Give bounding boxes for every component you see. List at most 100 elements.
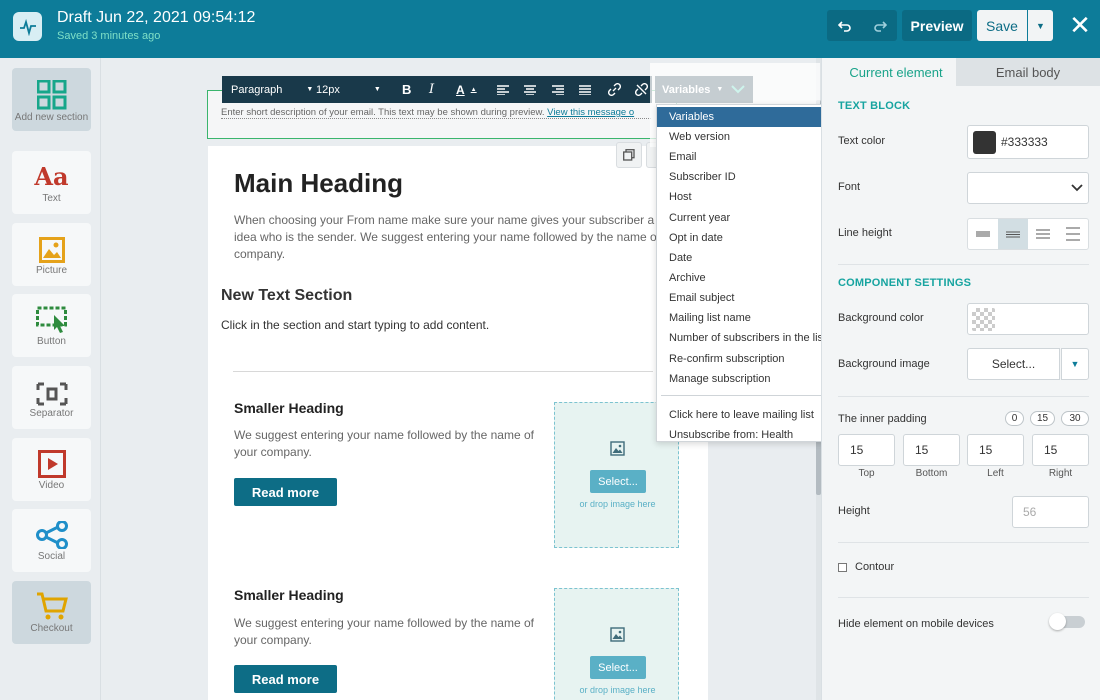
align-right-icon[interactable] [552,76,564,103]
font-select[interactable] [967,172,1089,204]
transparent-swatch[interactable] [972,308,995,331]
variables-button[interactable]: Variables ▼ [655,76,753,103]
tool-add-section[interactable]: Add new section [12,68,91,131]
dropdown-item-host[interactable]: Host [657,187,833,207]
line-height-label: Line height [838,227,892,239]
tool-label: Add new section [14,112,89,123]
divider [838,542,1089,543]
dropdown-item-web-version[interactable]: Web version [657,127,833,147]
dropdown-item-current-year[interactable]: Current year [657,208,833,228]
padding-top-input[interactable]: 15 [838,434,895,466]
font-size-select[interactable]: 12px ▼ [316,76,381,103]
link-icon[interactable] [608,76,621,103]
image-drop-zone[interactable]: Select... or drop image here [554,588,679,700]
component-settings-title: COMPONENT SETTINGS [838,277,972,289]
text-color-value: #333333 [1001,135,1048,149]
redo-button[interactable] [862,10,897,41]
tool-video[interactable]: Video [12,438,91,501]
dropdown-item-mailing-list-name[interactable]: Mailing list name [657,308,833,328]
padding-preset-0[interactable]: 0 [1005,411,1024,426]
align-left-icon[interactable] [497,76,509,103]
contour-label: Contour [855,561,895,573]
dropdown-item-opt-in-date[interactable]: Opt in date [657,228,833,248]
duplicate-block-button[interactable] [616,142,642,168]
paragraph-select[interactable]: Paragraph ▼ [231,76,313,103]
view-in-browser-link[interactable]: View this message o [547,107,634,118]
close-icon[interactable]: ✕ [1068,12,1092,40]
tool-checkout[interactable]: Checkout [12,581,91,644]
line-height-compact-icon[interactable] [968,219,998,249]
background-image-select[interactable]: Select... [967,348,1060,380]
main-paragraph[interactable]: When choosing your From name make sure y… [234,212,673,263]
contour-checkbox[interactable] [838,563,847,572]
tool-label: Video [38,480,65,491]
line-height-loose-icon[interactable] [1058,219,1088,249]
dropdown-item-unsubscribe[interactable]: Unsubscribe from: Health [657,425,833,445]
dropdown-item-reconfirm[interactable]: Re-confirm subscription [657,349,833,369]
tool-social[interactable]: Social [12,509,91,572]
redo-icon [873,20,887,32]
align-center-icon[interactable] [524,76,536,103]
smaller-paragraph[interactable]: We suggest entering your name followed b… [234,427,544,461]
select-image-button[interactable]: Select... [590,656,646,679]
section-paragraph[interactable]: Click in the section and start typing to… [221,318,489,332]
undo-icon [837,20,851,32]
line-height-relaxed-icon[interactable] [1028,219,1058,249]
divider [838,264,1089,265]
line-height-normal-icon[interactable] [998,219,1028,249]
text-color-icon[interactable]: A ▲ [456,76,477,103]
dropdown-item-email[interactable]: Email [657,147,833,167]
main-heading[interactable]: Main Heading [234,168,403,199]
dropdown-item-variables[interactable]: Variables [657,107,833,127]
select-image-button[interactable]: Select... [590,470,646,493]
smaller-paragraph[interactable]: We suggest entering your name followed b… [234,615,544,649]
italic-icon[interactable]: I [429,76,434,103]
smaller-heading[interactable]: Smaller Heading [234,400,344,416]
padding-right-input[interactable]: 15 [1032,434,1089,466]
padding-bottom-label: Bottom [915,468,948,479]
dropdown-item-archive[interactable]: Archive [657,268,833,288]
social-icon [35,521,68,549]
padding-preset-30[interactable]: 30 [1061,411,1089,426]
dropdown-divider [661,395,831,396]
dropdown-item-subscriber-count[interactable]: Number of subscribers in the list [657,328,833,348]
unlink-icon[interactable] [635,76,648,103]
preheader-text[interactable]: Enter short description of your email. T… [221,107,651,119]
hide-mobile-label: Hide element on mobile devices [838,618,994,630]
save-options-button[interactable]: ▼ [1028,10,1053,41]
smaller-heading[interactable]: Smaller Heading [234,587,344,603]
padding-preset-15[interactable]: 15 [1030,411,1055,426]
read-more-button[interactable]: Read more [234,478,337,506]
undo-button[interactable] [827,10,862,41]
tool-separator[interactable]: Separator [12,366,91,429]
background-image-options[interactable]: ▼ [1061,348,1089,380]
preview-button[interactable]: Preview [902,10,972,41]
dropdown-item-email-subject[interactable]: Email subject [657,288,833,308]
tab-email-body[interactable]: Email body [956,58,1100,86]
preheader-description: Enter short description of your email. T… [221,107,545,118]
tab-current-element[interactable]: Current element [836,58,956,86]
main-paragraph-line: When choosing your From name make sure y… [234,213,673,227]
dropdown-item-manage-subscription[interactable]: Manage subscription [657,369,833,389]
height-input[interactable]: 56 [1012,496,1089,528]
hide-mobile-toggle[interactable] [1049,613,1085,630]
padding-bottom-input[interactable]: 15 [903,434,960,466]
save-button[interactable]: Save [977,10,1027,41]
dropdown-item-date[interactable]: Date [657,248,833,268]
read-more-button[interactable]: Read more [234,665,337,693]
tool-text[interactable]: Aa Text [12,151,91,214]
tool-button[interactable]: Button [12,294,91,357]
text-color-field[interactable]: #333333 [967,125,1089,159]
toggle-knob [1049,613,1066,630]
section-heading[interactable]: New Text Section [221,287,352,305]
dropdown-item-leave-list[interactable]: Click here to leave mailing list [657,405,833,425]
color-swatch[interactable] [973,130,996,154]
padding-left-input[interactable]: 15 [967,434,1024,466]
dropdown-item-subscriber-id[interactable]: Subscriber ID [657,167,833,187]
bold-icon[interactable]: B [402,76,411,103]
divider [233,371,653,372]
align-justify-icon[interactable] [579,76,591,103]
app-logo-icon[interactable] [13,12,42,41]
background-color-field[interactable] [967,303,1089,335]
tool-picture[interactable]: Picture [12,223,91,286]
